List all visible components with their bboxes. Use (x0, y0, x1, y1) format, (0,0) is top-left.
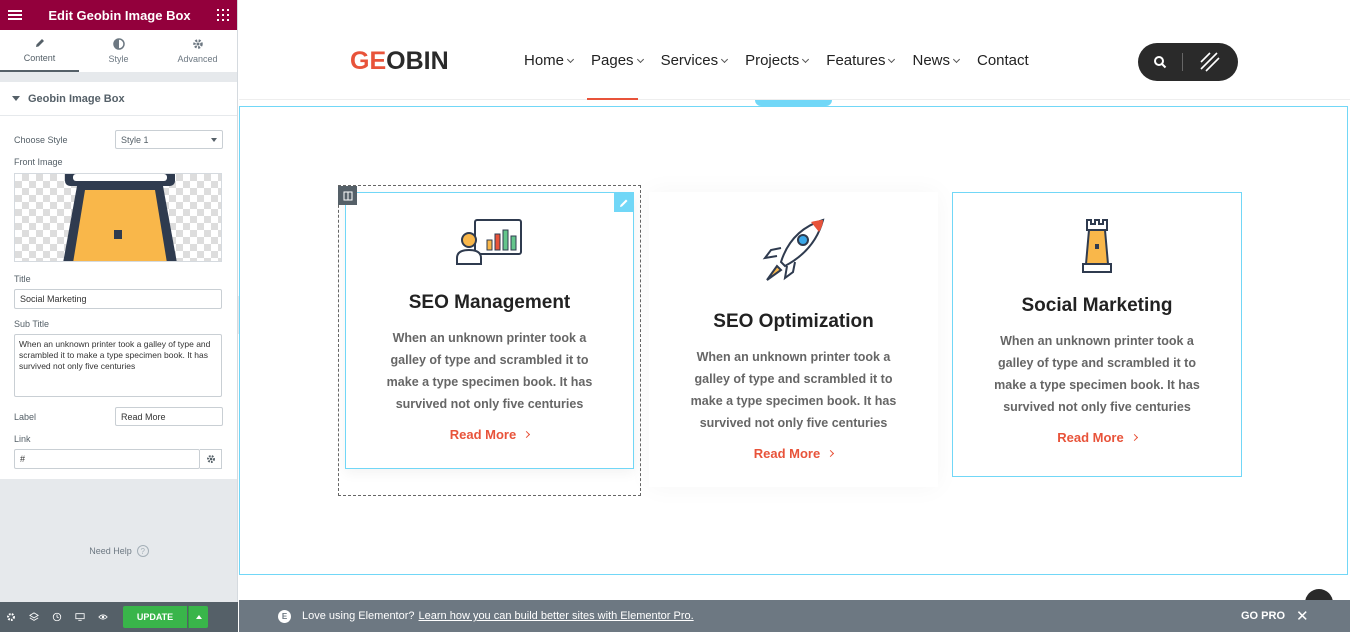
tab-advanced-label: Advanced (177, 54, 218, 64)
responsive-desktop-icon[interactable] (75, 612, 85, 622)
nav-home[interactable]: Home (524, 52, 575, 69)
chevron-down-icon (636, 55, 644, 63)
rocket-icon (762, 218, 824, 281)
section-geobin-image-box[interactable]: Geobin Image Box (0, 82, 237, 116)
image-box-card[interactable]: Social Marketing When an unknown printer… (952, 192, 1242, 477)
card-title: SEO Optimization (713, 311, 874, 332)
label-label: Label (14, 411, 37, 422)
presentation-chart-icon (455, 219, 522, 265)
preview-eye-icon[interactable] (98, 612, 108, 622)
caret-down-icon (12, 96, 20, 101)
nav-projects[interactable]: Projects (745, 52, 810, 69)
widgets-grid-icon[interactable] (216, 9, 229, 21)
chevron-down-icon (802, 55, 810, 63)
label-input[interactable]: Read More (115, 407, 223, 426)
edit-widget-pencil-icon[interactable] (614, 193, 633, 212)
go-pro-link[interactable]: GO PRO (1241, 610, 1285, 622)
section-title: Geobin Image Box (28, 92, 125, 105)
subtitle-textarea[interactable]: When an unknown printer took a galley of… (14, 334, 222, 397)
header-actions (1138, 43, 1238, 81)
image-box-card[interactable]: SEO Optimization When an unknown printer… (649, 192, 938, 487)
nav-contact[interactable]: Contact (977, 52, 1029, 69)
panel-footer: UPDATE (0, 602, 238, 632)
link-options-gear-icon[interactable] (200, 449, 222, 469)
tab-advanced[interactable]: Advanced (158, 30, 237, 72)
chess-rook-icon (1082, 219, 1112, 273)
search-icon[interactable] (1153, 55, 1167, 69)
page-preview: GEOBIN Home Pages Services Projects Feat… (239, 0, 1350, 600)
layers-icon[interactable] (29, 612, 39, 622)
read-more-link[interactable]: Read More (754, 446, 835, 461)
card-desc: When an unknown printer took a galley of… (690, 350, 897, 430)
elementor-logo-icon: E (278, 609, 291, 623)
offcanvas-menu-icon[interactable] (1199, 52, 1221, 72)
controls: Choose Style Style 1 Front Image Title S… (0, 116, 237, 479)
front-image-label: Front Image (14, 157, 63, 167)
need-help-link[interactable]: Need Help ? (0, 545, 238, 557)
panel-title: Edit Geobin Image Box (48, 7, 191, 23)
nav-news[interactable]: News (912, 52, 961, 69)
panel-tabs: Content Style Advanced (0, 30, 237, 73)
update-options-caret-icon[interactable] (188, 606, 208, 628)
card-desc: When an unknown printer took a galley of… (994, 334, 1200, 414)
read-more-link[interactable]: Read More (450, 427, 531, 442)
chess-rook-zoomed-icon (63, 174, 177, 261)
tab-style-label: Style (108, 54, 129, 64)
chevron-down-icon (952, 55, 961, 63)
read-more-link[interactable]: Read More (1057, 430, 1138, 445)
nav-services[interactable]: Services (661, 52, 729, 69)
question-mark-icon: ? (136, 545, 149, 557)
promo-text: Love using Elementor? (302, 610, 415, 622)
nav-features[interactable]: Features (826, 52, 896, 69)
site-logo[interactable]: GEOBIN (350, 47, 449, 76)
tab-content[interactable]: Content (0, 30, 79, 72)
chevron-right-icon (523, 430, 531, 439)
chevron-right-icon (1130, 433, 1138, 442)
gear-icon (192, 39, 203, 49)
dropdown-arrow-icon (211, 137, 217, 142)
chevron-right-icon (827, 449, 835, 458)
divider (1182, 53, 1183, 71)
choose-style-select[interactable]: Style 1 (115, 130, 223, 149)
promo-link[interactable]: Learn how you can build better sites wit… (419, 610, 694, 622)
nav-pages[interactable]: Pages (591, 52, 644, 69)
elementor-promo-bar: E Love using Elementor? Learn how you ca… (239, 600, 1350, 632)
column-handle-icon[interactable] (338, 186, 357, 205)
front-image-preview[interactable] (14, 173, 222, 262)
tab-content-label: Content (23, 53, 56, 63)
panel-header: Edit Geobin Image Box (0, 0, 237, 30)
chevron-down-icon (888, 55, 896, 63)
subtitle-label: Sub Title (14, 319, 50, 329)
site-header: GEOBIN Home Pages Services Projects Feat… (239, 0, 1350, 100)
hamburger-menu-icon[interactable] (8, 10, 22, 20)
link-input[interactable]: # (14, 449, 200, 469)
choose-style-label: Choose Style (14, 134, 68, 145)
update-button[interactable]: UPDATE (123, 606, 187, 628)
chevron-down-icon (566, 55, 575, 63)
choose-style-value: Style 1 (121, 134, 149, 145)
chevron-down-icon (721, 55, 729, 63)
pencil-icon (35, 39, 44, 47)
half-circle-icon (112, 38, 125, 50)
card-title: SEO Management (408, 292, 571, 313)
settings-gear-icon[interactable] (6, 612, 16, 622)
card-desc: When an unknown printer took a galley of… (386, 331, 593, 411)
main-nav: Home Pages Services Projects Features Ne… (524, 52, 1029, 69)
card-title: Social Marketing (1021, 295, 1173, 316)
history-icon[interactable] (52, 612, 62, 622)
title-label: Title (14, 274, 31, 284)
close-icon[interactable]: ✕ (1296, 607, 1309, 625)
image-box-card[interactable]: SEO Management When an unknown printer t… (345, 192, 634, 469)
link-label: Link (14, 434, 31, 444)
tab-style[interactable]: Style (79, 30, 158, 72)
title-input[interactable]: Social Marketing (14, 289, 222, 309)
active-nav-underline (587, 98, 638, 100)
elementor-panel: Edit Geobin Image Box Content Style Adva… (0, 0, 238, 632)
need-help-label: Need Help (89, 546, 132, 556)
